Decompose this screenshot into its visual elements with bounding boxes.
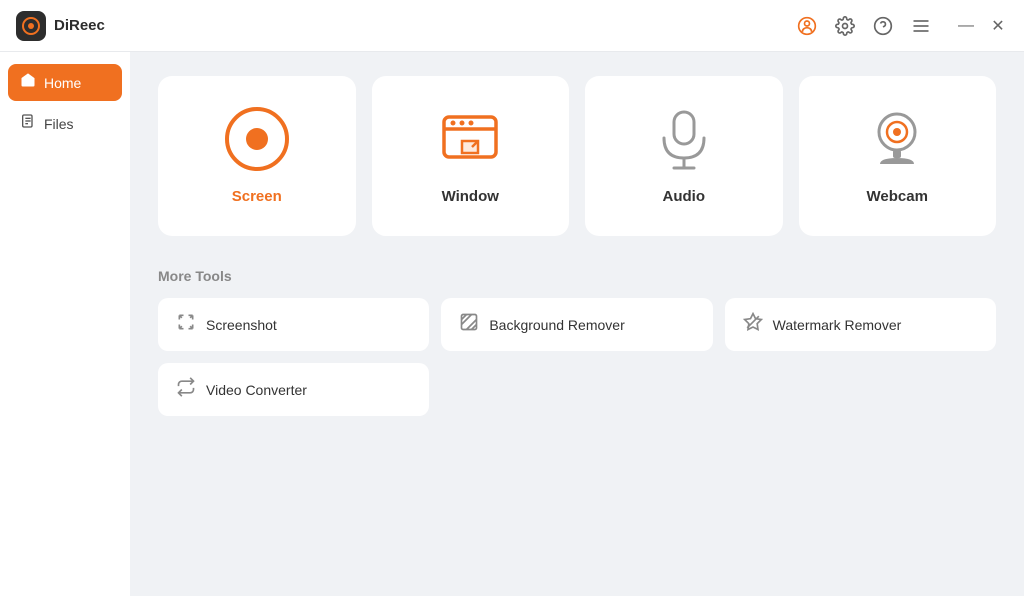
background-remover-label: Background Remover [489,317,624,333]
audio-card[interactable]: Audio [585,76,783,236]
files-icon [20,113,36,134]
watermark-remover-tool[interactable]: Watermark Remover [725,298,996,351]
logo-icon [16,11,46,41]
profile-icon[interactable] [796,15,818,37]
video-converter-tool[interactable]: Video Converter [158,363,429,416]
audio-card-label: Audio [663,188,706,205]
watermark-remover-icon [743,312,763,337]
tools-grid: Screenshot Background Remover [158,298,996,416]
webcam-card-icon [862,104,932,174]
window-card-label: Window [442,188,499,205]
watermark-remover-label: Watermark Remover [773,317,902,333]
menu-icon[interactable] [910,15,932,37]
home-label: Home [44,75,81,91]
help-icon[interactable] [872,15,894,37]
background-remover-icon [459,312,479,337]
window-card-icon [435,104,505,174]
files-label: Files [44,116,74,132]
titlebar-actions: — ✕ [796,15,1008,37]
screen-card-icon [222,104,292,174]
titlebar: DiReec [0,0,1024,52]
window-controls: — ✕ [956,16,1008,36]
screen-card-label: Screen [232,188,282,205]
screen-card[interactable]: Screen [158,76,356,236]
app-logo: DiReec [16,11,105,41]
app-body: Home Files [0,52,1024,596]
minimize-button[interactable]: — [956,16,976,36]
video-converter-label: Video Converter [206,382,307,398]
window-card[interactable]: Window [372,76,570,236]
sidebar-item-files[interactable]: Files [8,105,122,142]
sidebar-item-home[interactable]: Home [8,64,122,101]
background-remover-tool[interactable]: Background Remover [441,298,712,351]
main-content: Screen Window [130,52,1024,596]
home-icon [20,72,36,93]
screenshot-label: Screenshot [206,317,277,333]
screenshot-tool[interactable]: Screenshot [158,298,429,351]
close-button[interactable]: ✕ [988,16,1008,36]
webcam-card-label: Webcam [867,188,928,205]
video-converter-icon [176,377,196,402]
recording-cards: Screen Window [158,76,996,236]
more-tools-section: More Tools Screenshot [158,268,996,416]
audio-card-icon [649,104,719,174]
screenshot-icon [176,312,196,337]
webcam-card[interactable]: Webcam [799,76,997,236]
app-name: DiReec [54,17,105,34]
settings-icon[interactable] [834,15,856,37]
sidebar: Home Files [0,52,130,596]
more-tools-label: More Tools [158,268,996,284]
